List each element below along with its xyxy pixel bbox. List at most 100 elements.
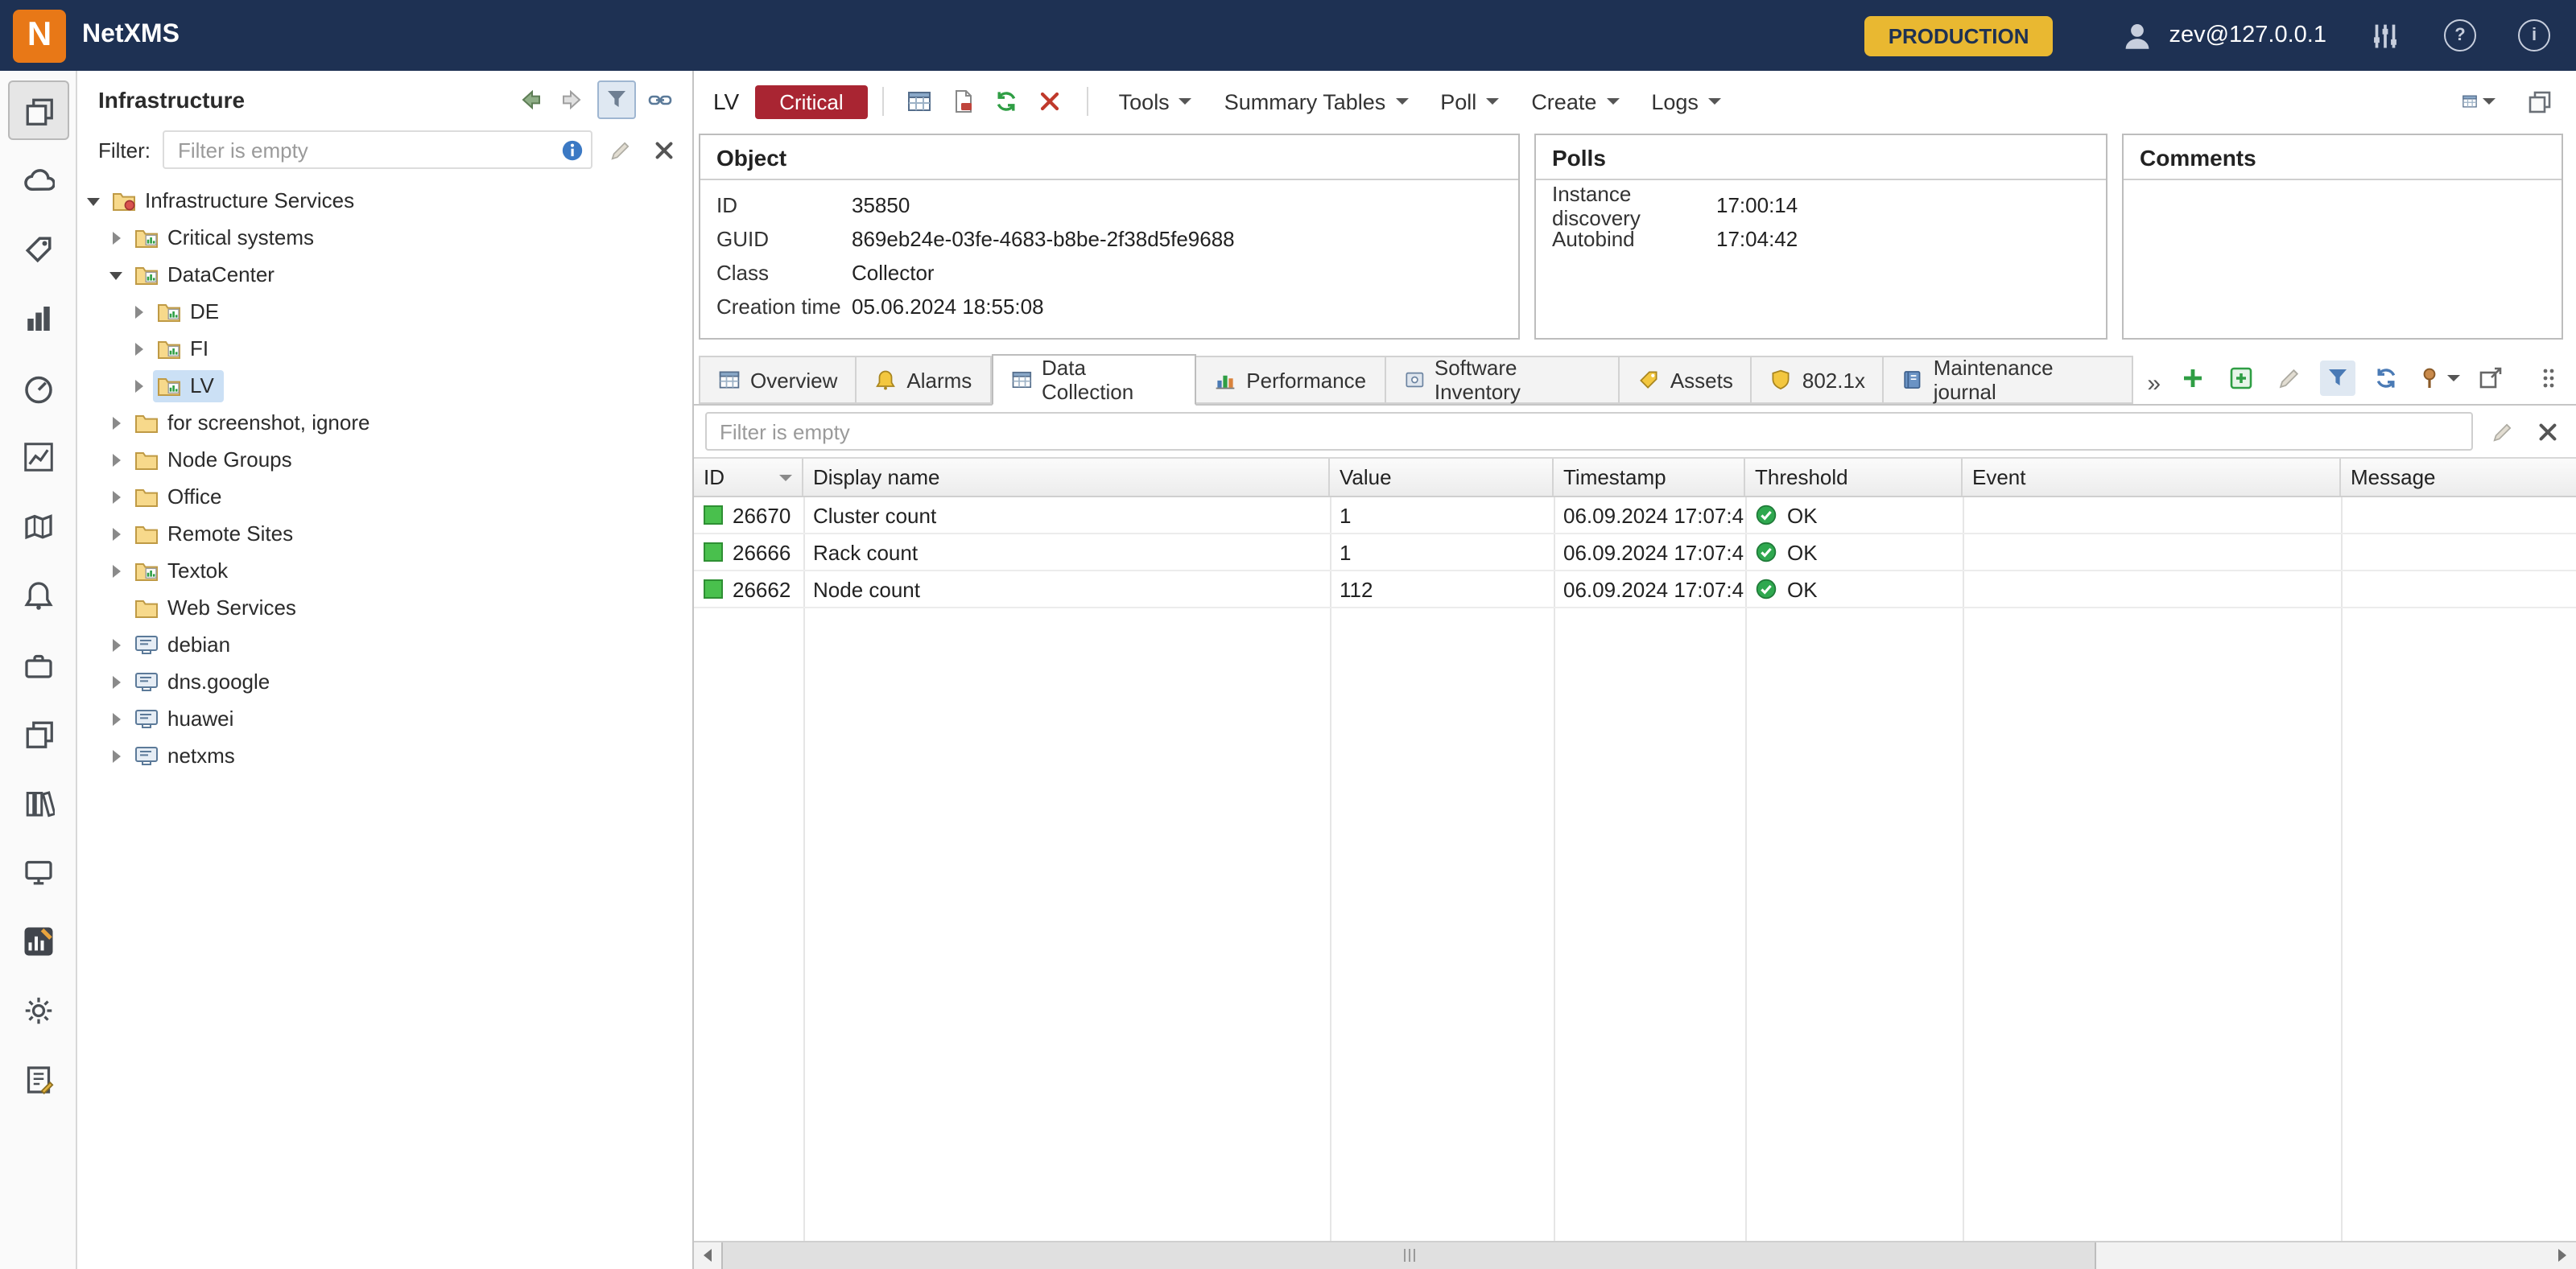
tab-overview[interactable]: Overview [699,356,857,404]
scroll-left-button[interactable] [694,1242,721,1269]
refresh-dci-button[interactable] [2368,361,2404,396]
rail-dashboards-button[interactable] [7,357,68,417]
tree-item-office[interactable]: Office [77,478,692,515]
rail-library-button[interactable] [7,773,68,832]
rail-reports-button[interactable] [7,911,68,970]
column-header-id[interactable]: ID [694,459,803,496]
twistie-collapsed-icon[interactable] [132,377,148,393]
twistie-collapsed-icon[interactable] [109,711,126,727]
column-header-value[interactable]: Value [1330,459,1554,496]
table-row-node-count[interactable]: 26662 Node count 112 06.09.2024 17:07:4 … [694,571,2576,608]
edit-dci-button[interactable] [2272,361,2307,396]
navigate-forward-button[interactable] [554,80,592,119]
rail-charts-button[interactable] [7,288,68,348]
rail-settings-button[interactable] [7,980,68,1040]
dci-filter-input[interactable] [705,412,2473,451]
table-row-cluster-count[interactable]: 26670 Cluster count 1 06.09.2024 17:07:4… [694,497,2576,534]
rail-maps-button[interactable] [7,496,68,555]
menu-summary-tables[interactable]: Summary Tables [1224,89,1409,113]
open-in-window-button[interactable] [2473,361,2508,396]
view-selector-button[interactable] [2462,84,2496,118]
scroll-right-button[interactable] [2549,1242,2576,1269]
explorer-filter-clear-button[interactable] [647,134,679,166]
tree-item-for-screenshot-ignore[interactable]: for screenshot, ignore [77,404,692,441]
tree-item-node-groups[interactable]: Node Groups [77,441,692,478]
preferences-sliders-icon[interactable] [2368,19,2402,52]
tab-maintenance-journal[interactable]: Maintenance journal [1885,356,2132,404]
menu-create[interactable]: Create [1531,89,1619,113]
twistie-collapsed-icon[interactable] [109,525,126,542]
explorer-filter-toggle[interactable] [597,80,636,119]
link-objects-button[interactable] [641,80,679,119]
rail-clouds-button[interactable] [7,150,68,209]
tab-overflow-chevron[interactable]: » [2132,370,2175,404]
tree-item-fi[interactable]: FI [77,330,692,367]
tree-item-datacenter[interactable]: DataCenter [77,256,692,293]
twistie-collapsed-icon[interactable] [109,488,126,505]
rail-templates-button[interactable] [7,703,68,763]
column-options-button[interactable] [2531,361,2566,396]
close-object-button[interactable] [1034,84,1067,118]
rail-graphs-button[interactable] [7,426,68,486]
tab-8021x[interactable]: 802.1x [1752,356,1885,404]
menu-tools[interactable]: Tools [1119,89,1192,113]
twistie-collapsed-icon[interactable] [109,674,126,690]
column-header-message[interactable]: Message [2341,459,2576,496]
column-header-display-name[interactable]: Display name [803,459,1330,496]
menu-logs[interactable]: Logs [1651,89,1721,113]
explorer-filter-input[interactable] [175,136,560,163]
dci-filter-edit-button[interactable] [2486,415,2518,447]
about-info-icon[interactable]: i [2518,19,2550,52]
scrollbar-track[interactable] [2096,1242,2549,1269]
filter-info-icon[interactable] [560,138,584,162]
tree-item-critical-systems[interactable]: Critical systems [77,219,692,256]
twistie-expanded-icon[interactable] [87,192,103,208]
new-parameter-button[interactable] [2175,361,2211,396]
export-button[interactable] [947,84,980,118]
tree-item-remote-sites[interactable]: Remote Sites [77,515,692,552]
tab-assets[interactable]: Assets [1620,356,1752,404]
dci-filter-clear-button[interactable] [2531,415,2563,447]
column-header-timestamp[interactable]: Timestamp [1554,459,1745,496]
table-row-rack-count[interactable]: 26666 Rack count 1 06.09.2024 17:07:4 OK [694,534,2576,571]
twistie-collapsed-icon[interactable] [109,748,126,764]
tree-item-textok[interactable]: Textok [77,552,692,589]
horizontal-scrollbar[interactable] [694,1240,2576,1269]
pin-view-button[interactable] [2417,365,2460,391]
twistie-collapsed-icon[interactable] [109,414,126,431]
twistie-collapsed-icon[interactable] [109,637,126,653]
rail-tags-button[interactable] [7,219,68,278]
tree-item-huawei[interactable]: huawei [77,700,692,737]
twistie-collapsed-icon[interactable] [132,303,148,319]
rail-alarms-button[interactable] [7,565,68,624]
tree-item-debian[interactable]: debian [77,626,692,663]
tab-alarms[interactable]: Alarms [857,356,991,404]
tab-data-collection[interactable]: Data Collection [991,354,1196,406]
add-from-template-button[interactable] [2223,361,2259,396]
twistie-collapsed-icon[interactable] [109,451,126,468]
selected-tree-item[interactable]: LV [153,369,224,402]
refresh-button[interactable] [990,84,1024,118]
column-header-threshold[interactable]: Threshold [1745,459,1963,496]
tree-item-de[interactable]: DE [77,293,692,330]
navigate-back-button[interactable] [510,80,549,119]
tab-software-inventory[interactable]: Software Inventory [1385,356,1620,404]
tree-item-lv[interactable]: LV [77,367,692,404]
twistie-collapsed-icon[interactable] [109,562,126,579]
scrollbar-thumb[interactable] [721,1242,2096,1269]
rail-tools-button[interactable] [7,634,68,694]
tree-item-infrastructure-services[interactable]: Infrastructure Services [77,182,692,219]
show-filter-button[interactable] [2320,361,2355,396]
window-menu-button[interactable] [2521,84,2555,118]
menu-poll[interactable]: Poll [1440,89,1499,113]
rail-terminal-button[interactable] [7,842,68,901]
tree-item-web-services[interactable]: Web Services [77,589,692,626]
properties-table-button[interactable] [903,84,937,118]
user-menu[interactable]: zev@127.0.0.1 [2120,19,2326,52]
help-icon[interactable]: ? [2444,19,2476,52]
rail-infrastructure-button[interactable] [7,80,68,140]
twistie-expanded-icon[interactable] [109,266,126,282]
twistie-collapsed-icon[interactable] [109,229,126,245]
rail-audit-button[interactable] [7,1049,68,1109]
explorer-filter-edit-button[interactable] [604,134,636,166]
